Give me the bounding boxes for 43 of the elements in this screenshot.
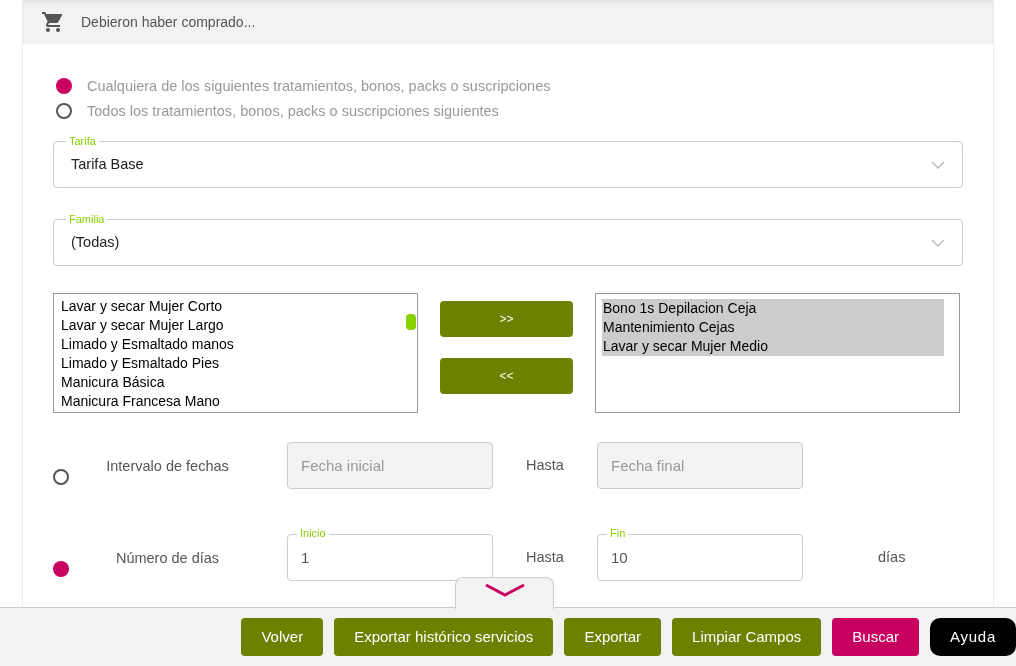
field-label: Tarifa [66,134,99,148]
action-button[interactable]: Exportar histórico servicios [334,618,554,656]
period-label: Intervalo de fechas [105,456,230,476]
scrollbar-thumb[interactable] [406,314,416,330]
field-label: Familia [66,212,108,226]
list-option[interactable]: Manicura Básica [61,373,410,392]
radio-button[interactable] [56,103,72,119]
radio-button[interactable] [53,560,69,577]
action-button[interactable]: Ayuda [930,618,1016,656]
radio-button[interactable] [53,468,69,485]
select-value: (Todas) [71,232,120,252]
input-field[interactable]: Fecha final [597,442,803,489]
list-option[interactable]: Mantenimiento Cejas [602,318,944,337]
listbox[interactable]: Bono 1s Depilacion Ceja Mantenimiento Cejas Lavar y secar Mujer Medio [595,293,960,413]
list-option[interactable]: Lavar y secar Mujer Corto [61,297,410,316]
radio-button[interactable] [56,78,72,94]
list-option[interactable]: Lavar y secar Mujer Medio [602,337,944,356]
input-field[interactable]: Fecha inicial [287,442,493,489]
separator-text: Hasta [525,547,565,567]
action-button[interactable]: Volver [241,618,324,656]
action-button[interactable]: Limpiar Campos [672,618,822,656]
action-button[interactable]: Buscar [832,618,919,656]
radio-label: Cualquiera de los siguientes tratamientos, bonos, packs o suscripciones [87,77,551,95]
chevron-down-icon [483,583,526,597]
list-option[interactable]: Lavar y secar Mujer Largo [61,316,410,335]
list-option[interactable]: Limado y Esmaltado Pies [61,354,410,373]
period-label: Número de días [114,548,221,568]
chevron-down-icon [931,238,945,247]
transfer-button[interactable]: << [440,358,573,394]
select-value: Tarifa Base [71,154,144,174]
unit-text: días [878,547,906,567]
chevron-down-icon [931,160,945,169]
listbox[interactable]: Lavar y secar Mujer Corto Lavar y secar Mujer Largo Limado y Esmaltado manos Limado y Esmaltado Pies Manicura Básica Manicura Francesa Mano [53,293,418,413]
separator-text: Hasta [525,455,565,475]
section-title: Debieron haber comprado... [81,12,256,32]
list-option[interactable]: Manicura Francesa Mano [61,392,410,411]
collapse-tab[interactable] [455,577,554,609]
transfer-button[interactable]: >> [440,301,573,337]
list-option[interactable]: Bono 1s Depilacion Ceja [602,299,944,318]
list-option[interactable]: Limado y Esmaltado manos [61,335,410,354]
action-button[interactable]: Exportar [564,618,662,656]
cart-icon [41,10,65,34]
radio-label: Todos los tratamientos, bonos, packs o suscripciones siguientes [87,102,499,120]
